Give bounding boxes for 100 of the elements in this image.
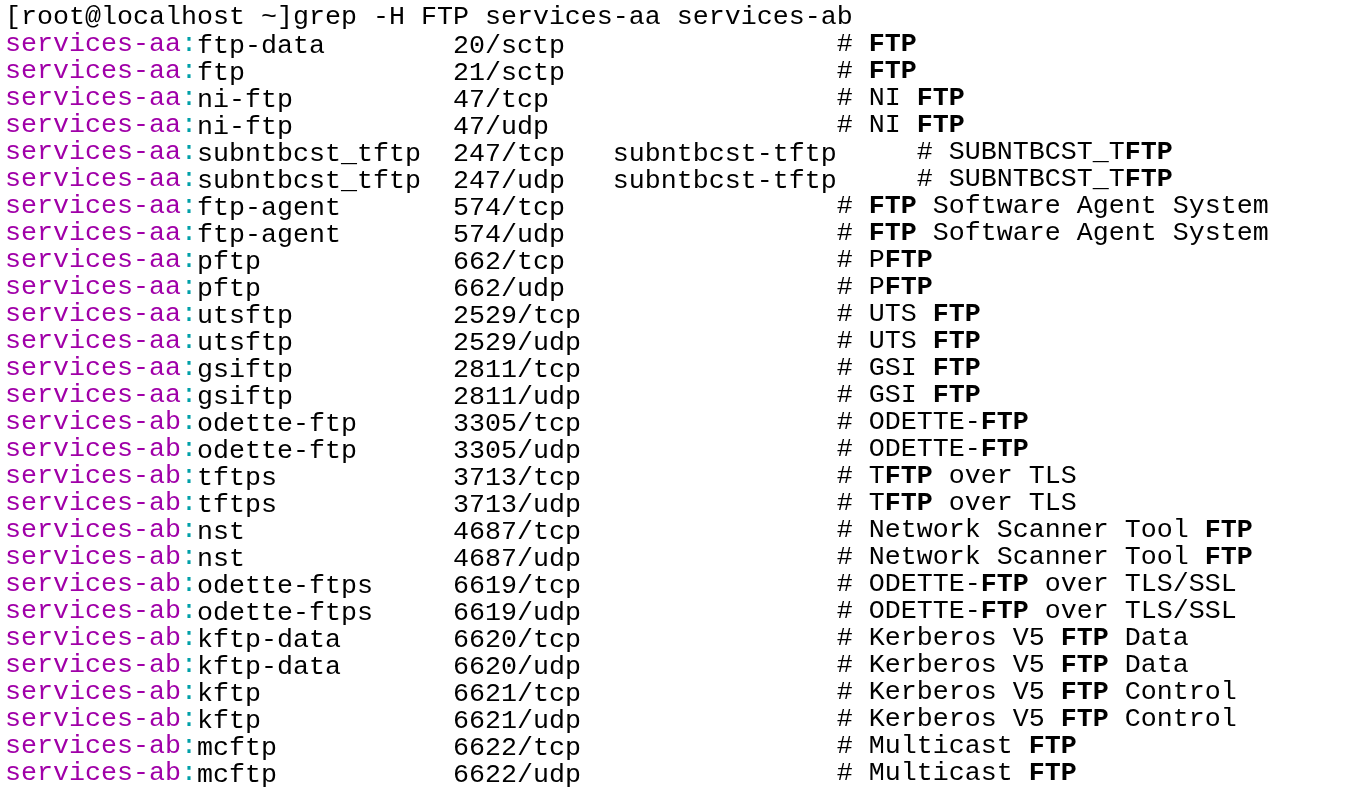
service-name: tftps <box>196 465 277 492</box>
file-name: services-aa <box>5 301 181 328</box>
comment: # NI FTP <box>836 85 965 112</box>
colon: : <box>180 463 197 490</box>
port-protocol: 3713/tcp <box>452 465 581 492</box>
port-protocol: 6621/tcp <box>452 681 581 708</box>
service-name: kftp-data <box>196 654 341 681</box>
colon: : <box>180 112 197 139</box>
service-name: subntbcst_tftp <box>196 168 421 195</box>
colon: : <box>180 544 197 571</box>
colon: : <box>180 328 197 355</box>
file-name: services-ab <box>5 463 181 490</box>
service-alias: subntbcst-tftp <box>612 141 837 168</box>
service-name: kftp-data <box>196 627 341 654</box>
port-protocol: 4687/udp <box>452 546 581 573</box>
comment: # Kerberos V5 FTP Data <box>836 625 1189 652</box>
port-protocol: 574/udp <box>452 222 565 249</box>
port-protocol: 6620/tcp <box>452 627 581 654</box>
colon: : <box>180 625 197 652</box>
service-name: nst <box>196 519 245 546</box>
colon: : <box>180 679 197 706</box>
port-protocol: 4687/tcp <box>452 519 581 546</box>
file-name: services-aa <box>5 328 181 355</box>
comment: # NI FTP <box>836 112 965 139</box>
comment: # TFTP over TLS <box>836 463 1077 490</box>
port-protocol: 2529/tcp <box>452 303 581 330</box>
colon: : <box>180 139 197 166</box>
file-name: services-aa <box>5 112 181 139</box>
comment: # FTP <box>836 31 917 58</box>
colon: : <box>180 436 197 463</box>
colon: : <box>180 409 197 436</box>
service-name: ni-ftp <box>196 87 293 114</box>
service-name: mcftp <box>196 735 277 762</box>
port-protocol: 2529/udp <box>452 330 581 357</box>
file-name: services-ab <box>5 517 181 544</box>
comment: # Network Scanner Tool FTP <box>836 517 1253 544</box>
port-protocol: 574/tcp <box>452 195 565 222</box>
service-name: ni-ftp <box>196 114 293 141</box>
port-protocol: 6619/udp <box>452 600 581 627</box>
file-name: services-ab <box>5 544 181 571</box>
service-name: utsftp <box>196 303 293 330</box>
file-name: services-ab <box>5 652 181 679</box>
comment: # ODETTE-FTP over TLS/SSL <box>836 598 1237 625</box>
colon: : <box>180 85 197 112</box>
file-name: services-aa <box>5 31 181 58</box>
port-protocol: 21/sctp <box>452 60 565 87</box>
comment: # Multicast FTP <box>836 733 1077 760</box>
file-name: services-aa <box>5 139 181 166</box>
file-name: services-aa <box>5 355 181 382</box>
port-protocol: 3305/udp <box>452 438 581 465</box>
comment: # Kerberos V5 FTP Control <box>836 679 1237 706</box>
port-protocol: 662/tcp <box>452 249 565 276</box>
port-protocol: 247/udp <box>452 168 565 195</box>
colon: : <box>180 193 197 220</box>
comment: # ODETTE-FTP <box>836 409 1029 436</box>
port-protocol: 47/udp <box>452 114 549 141</box>
comment: # SUBNTBCST_TFTP <box>916 166 1173 193</box>
port-protocol: 6620/udp <box>452 654 581 681</box>
comment: # FTP Software Agent System <box>836 193 1269 220</box>
file-name: services-aa <box>5 382 181 409</box>
port-protocol: 20/sctp <box>452 33 565 60</box>
port-protocol: 6619/tcp <box>452 573 581 600</box>
colon: : <box>180 382 197 409</box>
service-name: gsiftp <box>196 384 293 411</box>
service-name: odette-ftps <box>196 600 373 627</box>
port-protocol: 247/tcp <box>452 141 565 168</box>
service-name: pftp <box>196 276 261 303</box>
colon: : <box>180 31 197 58</box>
port-protocol: 6622/tcp <box>452 735 581 762</box>
file-name: services-ab <box>5 706 181 733</box>
comment: # Kerberos V5 FTP Data <box>836 652 1189 679</box>
comment: # GSI FTP <box>836 355 981 382</box>
port-protocol: 6622/udp <box>452 762 581 789</box>
port-protocol: 6621/udp <box>452 708 581 735</box>
colon: : <box>180 301 197 328</box>
comment: # FTP <box>836 58 917 85</box>
port-protocol: 3713/udp <box>452 492 581 519</box>
comment: # Network Scanner Tool FTP <box>836 544 1253 571</box>
colon: : <box>180 760 197 787</box>
comment: # FTP Software Agent System <box>836 220 1269 247</box>
comment: # ODETTE-FTP over TLS/SSL <box>836 571 1237 598</box>
file-name: services-aa <box>5 166 181 193</box>
comment: # SUBNTBCST_TFTP <box>916 139 1173 166</box>
colon: : <box>180 355 197 382</box>
colon: : <box>180 598 197 625</box>
colon: : <box>180 706 197 733</box>
service-name: tftps <box>196 492 277 519</box>
port-protocol: 662/udp <box>452 276 565 303</box>
comment: # Kerberos V5 FTP Control <box>836 706 1237 733</box>
service-name: ftp-agent <box>196 195 341 222</box>
comment: # GSI FTP <box>836 382 981 409</box>
file-name: services-ab <box>5 625 181 652</box>
comment: # PFTP <box>836 274 933 301</box>
service-name: gsiftp <box>196 357 293 384</box>
service-name: ftp-data <box>196 33 325 60</box>
colon: : <box>180 652 197 679</box>
comment: # TFTP over TLS <box>836 490 1077 517</box>
colon: : <box>180 247 197 274</box>
colon: : <box>180 517 197 544</box>
service-name: odette-ftp <box>196 411 357 438</box>
